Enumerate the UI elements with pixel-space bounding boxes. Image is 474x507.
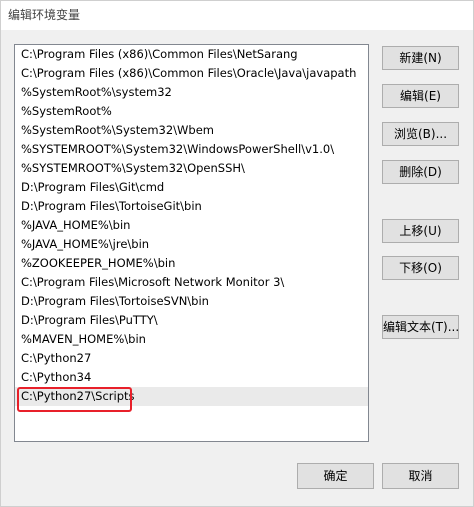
list-item[interactable]: C:\Program Files\Microsoft Network Monit… <box>15 273 368 292</box>
list-item[interactable]: D:\Program Files\Git\cmd <box>15 178 368 197</box>
list-item[interactable]: C:\Python34 <box>15 368 368 387</box>
list-item[interactable]: %SYSTEMROOT%\System32\WindowsPowerShell\… <box>15 140 368 159</box>
list-item[interactable]: D:\Program Files\TortoiseSVN\bin <box>15 292 368 311</box>
move-down-button[interactable]: 下移(O) <box>382 256 459 280</box>
cancel-button[interactable]: 取消 <box>382 463 459 489</box>
path-list[interactable]: C:\Program Files (x86)\Common Files\NetS… <box>14 44 369 442</box>
list-item[interactable]: C:\Program Files (x86)\Common Files\Orac… <box>15 64 368 83</box>
list-item[interactable]: %SystemRoot%\System32\Wbem <box>15 121 368 140</box>
list-item[interactable]: C:\Python27\Scripts <box>15 387 368 406</box>
new-button[interactable]: 新建(N) <box>382 46 459 70</box>
list-item[interactable]: %SYSTEMROOT%\System32\OpenSSH\ <box>15 159 368 178</box>
list-item[interactable]: D:\Program Files\PuTTY\ <box>15 311 368 330</box>
move-up-button[interactable]: 上移(U) <box>382 219 459 243</box>
edit-button[interactable]: 编辑(E) <box>382 84 459 108</box>
list-item[interactable]: D:\Program Files\TortoiseGit\bin <box>15 197 368 216</box>
window-title: 编辑环境变量 <box>8 8 81 22</box>
delete-button[interactable]: 删除(D) <box>382 160 459 184</box>
list-item[interactable]: %SystemRoot% <box>15 102 368 121</box>
list-item[interactable]: %ZOOKEEPER_HOME%\bin <box>15 254 368 273</box>
list-item[interactable]: %SystemRoot%\system32 <box>15 83 368 102</box>
list-item[interactable]: %MAVEN_HOME%\bin <box>15 330 368 349</box>
browse-button[interactable]: 浏览(B)... <box>382 122 459 146</box>
list-item[interactable]: %JAVA_HOME%\jre\bin <box>15 235 368 254</box>
list-item[interactable]: C:\Python27 <box>15 349 368 368</box>
list-item[interactable]: C:\Program Files (x86)\Common Files\NetS… <box>15 45 368 64</box>
list-item[interactable]: %JAVA_HOME%\bin <box>15 216 368 235</box>
title-bar: 编辑环境变量 <box>0 0 474 30</box>
edit-text-button[interactable]: 编辑文本(T)... <box>382 315 459 339</box>
ok-button[interactable]: 确定 <box>297 463 374 489</box>
